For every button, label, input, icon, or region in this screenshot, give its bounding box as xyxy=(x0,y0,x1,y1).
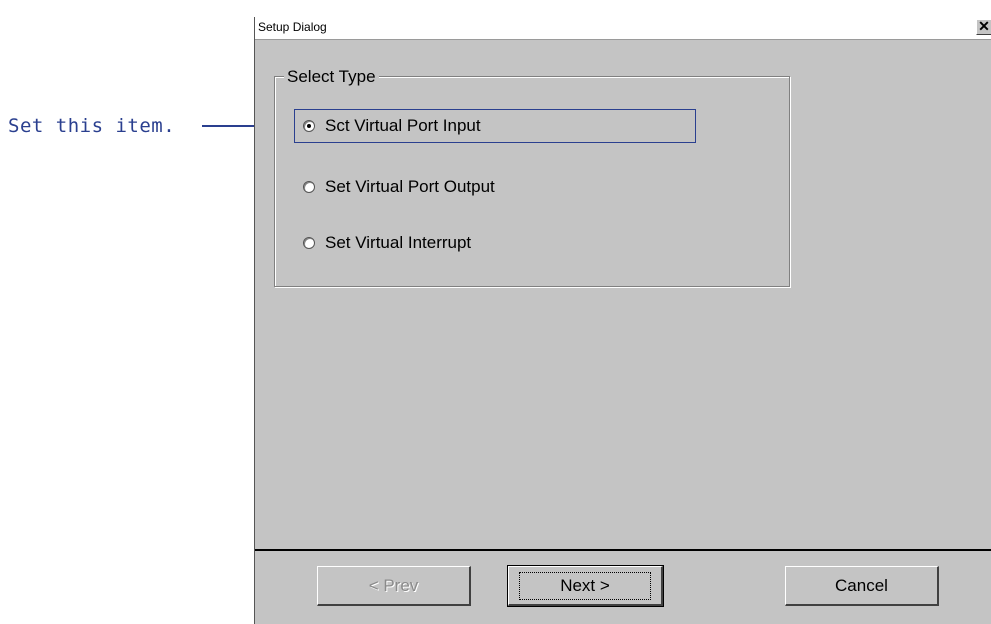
next-button-label: Next > xyxy=(519,571,651,600)
radio-unchecked-icon[interactable] xyxy=(303,237,315,249)
radio-virtual-port-input[interactable]: Sct Virtual Port Input xyxy=(303,116,481,136)
title-bar[interactable]: Setup Dialog ✕ xyxy=(255,17,991,40)
dialog-title: Setup Dialog xyxy=(258,20,327,34)
close-icon: ✕ xyxy=(978,18,990,34)
radio-label: Set Virtual Port Output xyxy=(325,177,495,196)
close-button[interactable]: ✕ xyxy=(976,19,991,35)
radio-virtual-interrupt[interactable]: Set Virtual Interrupt xyxy=(303,233,471,253)
radio-label: Sct Virtual Port Input xyxy=(325,116,481,135)
radio-unchecked-icon[interactable] xyxy=(303,181,315,193)
radio-label: Set Virtual Interrupt xyxy=(325,233,472,252)
cancel-button[interactable]: Cancel xyxy=(785,566,939,606)
annotation-text: Set this item. xyxy=(8,115,176,137)
button-bar-separator xyxy=(255,549,991,551)
setup-dialog: Setup Dialog ✕ Select Type Sct Virtual P… xyxy=(254,17,991,624)
radio-checked-icon[interactable] xyxy=(303,120,315,132)
next-button[interactable]: Next > xyxy=(507,565,664,607)
prev-button[interactable]: < Prev xyxy=(317,566,471,606)
groupbox-label: Select Type xyxy=(284,67,379,87)
radio-virtual-port-output[interactable]: Set Virtual Port Output xyxy=(303,177,495,197)
annotation-callout: Set this item. xyxy=(8,112,175,140)
